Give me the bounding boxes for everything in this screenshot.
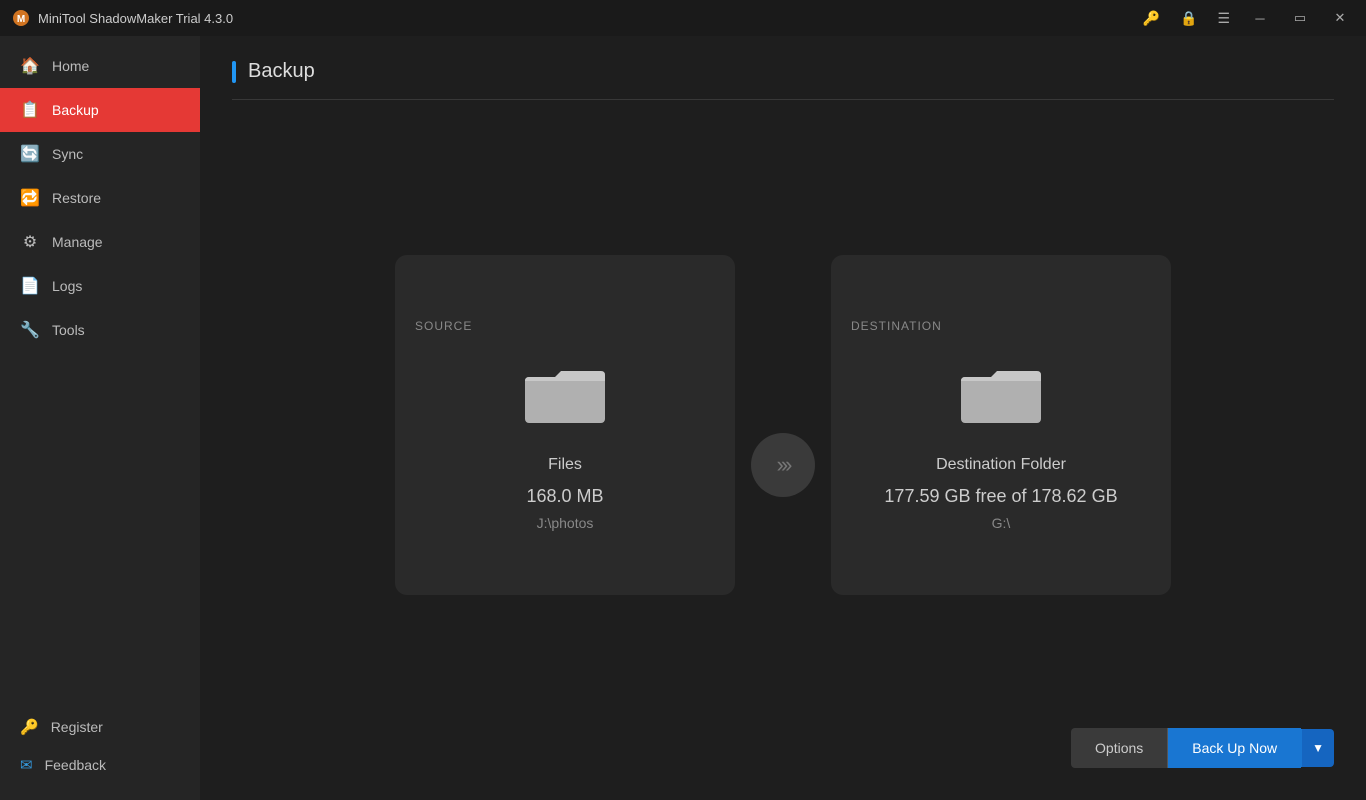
sidebar-label-home: Home [52,58,89,74]
destination-card[interactable]: DESTINATION Destination Folder 177.59 GB… [831,255,1171,595]
page-header: Backup [232,60,1334,100]
menu-icon[interactable]: ☰ [1213,8,1234,29]
minimize-button[interactable]: ─ [1246,4,1274,32]
backup-dropdown-button[interactable]: ▼ [1301,729,1334,767]
source-label: SOURCE [415,319,472,333]
sidebar-label-register: Register [51,719,103,735]
source-path: J:\photos [537,515,594,531]
destination-path: G:\ [992,515,1011,531]
source-size: 168.0 MB [526,486,603,507]
destination-free-space: 177.59 GB free of 178.62 GB [884,486,1117,507]
sidebar-item-feedback[interactable]: ✉ Feedback [0,746,200,784]
sidebar-footer: 🔑 Register ✉ Feedback [0,708,200,800]
window-controls: 🔑 🔒 ☰ ─ ▭ ✕ [1139,4,1354,32]
titlebar: M MiniTool ShadowMaker Trial 4.3.0 🔑 🔒 ☰… [0,0,1366,36]
sidebar: 🏠 Home 📋 Backup 🔄 Sync 🔁 Restore ⚙ Manag… [0,36,200,800]
sidebar-item-tools[interactable]: 🔧 Tools [0,308,200,352]
restore-icon: 🔁 [20,188,40,208]
options-button[interactable]: Options [1071,728,1168,768]
sidebar-item-restore[interactable]: 🔁 Restore [0,176,200,220]
restore-button[interactable]: ▭ [1286,4,1314,32]
destination-folder-icon [961,363,1041,432]
sidebar-label-restore: Restore [52,190,101,206]
sidebar-label-backup: Backup [52,102,99,118]
sidebar-label-tools: Tools [52,322,85,338]
sync-icon: 🔄 [20,144,40,164]
arrow-button[interactable]: ››› [751,433,815,497]
tools-icon: 🔧 [20,320,40,340]
sidebar-item-register[interactable]: 🔑 Register [0,708,200,746]
sidebar-item-home[interactable]: 🏠 Home [0,44,200,88]
app-logo: M [12,9,30,27]
sidebar-nav: 🏠 Home 📋 Backup 🔄 Sync 🔁 Restore ⚙ Manag… [0,44,200,352]
sidebar-item-sync[interactable]: 🔄 Sync [0,132,200,176]
main-content: Backup SOURCE Files 168.0 MB J:\photos ›… [200,36,1366,800]
sidebar-label-manage: Manage [52,234,103,250]
sidebar-label-logs: Logs [52,278,82,294]
app-layout: 🏠 Home 📋 Backup 🔄 Sync 🔁 Restore ⚙ Manag… [0,36,1366,800]
register-icon: 🔑 [20,718,39,736]
source-name: Files [548,456,582,474]
home-icon: 🏠 [20,56,40,76]
destination-label: DESTINATION [851,319,942,333]
backup-area: SOURCE Files 168.0 MB J:\photos ››› DEST… [232,138,1334,712]
page-title-accent [232,61,236,83]
backup-icon: 📋 [20,100,40,120]
logs-icon: 📄 [20,276,40,296]
sidebar-label-feedback: Feedback [45,757,106,773]
feedback-icon: ✉ [20,756,33,774]
arrow-chevrons-icon: ››› [777,452,790,478]
app-title: MiniTool ShadowMaker Trial 4.3.0 [38,11,1139,26]
key-icon[interactable]: 🔑 [1139,8,1164,29]
page-title: Backup [248,60,315,83]
source-folder-icon [525,363,605,432]
sidebar-item-manage[interactable]: ⚙ Manage [0,220,200,264]
sidebar-item-logs[interactable]: 📄 Logs [0,264,200,308]
lock-icon[interactable]: 🔒 [1176,8,1201,29]
close-button[interactable]: ✕ [1326,4,1354,32]
action-bar: Options Back Up Now ▼ [232,712,1334,776]
sidebar-item-backup[interactable]: 📋 Backup [0,88,200,132]
manage-icon: ⚙ [20,232,40,252]
backup-now-button[interactable]: Back Up Now [1168,728,1301,768]
sidebar-label-sync: Sync [52,146,83,162]
source-card[interactable]: SOURCE Files 168.0 MB J:\photos [395,255,735,595]
svg-text:M: M [17,14,25,25]
destination-name: Destination Folder [936,456,1066,474]
